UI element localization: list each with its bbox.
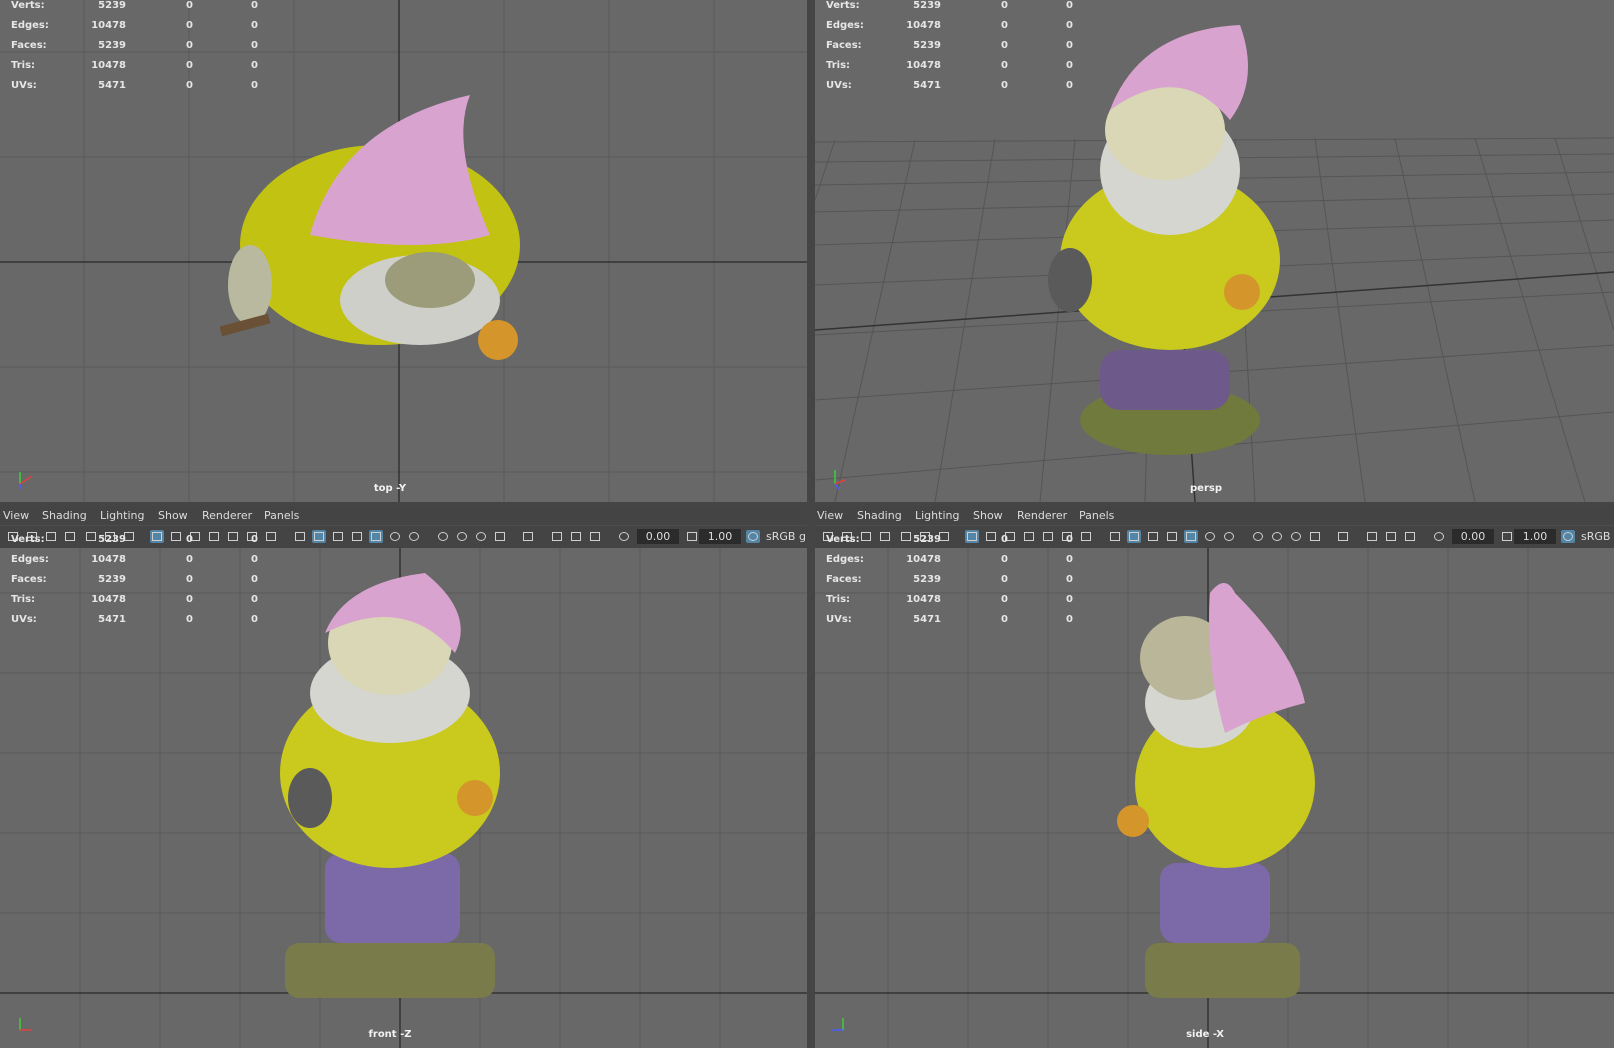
gnome-model-side[interactable] xyxy=(1115,573,1355,1003)
gamma-icon[interactable] xyxy=(685,530,699,543)
axis-gizmo-icon xyxy=(19,472,33,489)
menu-show[interactable]: Show xyxy=(158,509,188,522)
viewport-top[interactable]: Verts: 5239 0 0 Edges: 10478 0 0 Faces: 5239 0 0 … xyxy=(0,0,807,502)
xray-joints-icon[interactable] xyxy=(1365,530,1379,543)
depth-of-field-icon[interactable] xyxy=(1308,530,1322,543)
gamma-icon[interactable] xyxy=(1500,530,1514,543)
pane-divider-vertical[interactable] xyxy=(807,0,815,1048)
exposure-field[interactable]: 0.00 xyxy=(637,529,679,544)
anti-alias-icon[interactable] xyxy=(1289,530,1303,543)
camera-label: persp xyxy=(1190,483,1222,494)
menu-panels[interactable]: Panels xyxy=(264,509,299,522)
wireframe-icon[interactable] xyxy=(1108,530,1122,543)
hud-row-faces: Faces: 5239 0 0 xyxy=(11,574,258,585)
textured-icon[interactable] xyxy=(1165,530,1179,543)
menu-lighting[interactable]: Lighting xyxy=(100,509,144,522)
frame-icon[interactable] xyxy=(1403,530,1417,543)
color-management-icon[interactable] xyxy=(1561,530,1575,543)
menu-shading[interactable]: Shading xyxy=(42,509,87,522)
menu-shading[interactable]: Shading xyxy=(857,509,902,522)
light-icon[interactable] xyxy=(388,530,402,543)
textured-icon[interactable] xyxy=(350,530,364,543)
anti-alias-icon[interactable] xyxy=(474,530,488,543)
xray-active-icon[interactable] xyxy=(569,530,583,543)
hud-row-uvs: UVs: 5471 0 0 xyxy=(11,614,258,625)
gamma-field[interactable]: 1.00 xyxy=(699,529,741,544)
panel-menubar: View Shading Lighting Show Renderer Pane… xyxy=(0,506,807,525)
menu-renderer[interactable]: Renderer xyxy=(1017,509,1067,522)
motion-blur-icon[interactable] xyxy=(455,530,469,543)
hud-row-faces: Faces: 5239 0 0 xyxy=(826,574,1073,585)
xray-joints-icon[interactable] xyxy=(550,530,564,543)
shaded-icon[interactable] xyxy=(1127,530,1141,543)
axis-gizmo-icon xyxy=(831,1018,844,1031)
xray-icon[interactable] xyxy=(1184,530,1198,543)
hud-row-verts: Verts: 5239 0 0 xyxy=(11,0,258,11)
axis-gizmo-icon xyxy=(834,470,846,490)
hud-row-edges: Edges: 10478 0 0 xyxy=(11,20,258,31)
xray-active-icon[interactable] xyxy=(1384,530,1398,543)
camera-label: side -X xyxy=(1186,1029,1224,1040)
hud-row-edges: Edges: 10478 0 0 xyxy=(826,554,1073,565)
frame-icon[interactable] xyxy=(588,530,602,543)
menu-view[interactable]: View xyxy=(3,509,29,522)
wireframe-on-shaded-icon[interactable] xyxy=(1146,530,1160,543)
gamma-field[interactable]: 1.00 xyxy=(1514,529,1556,544)
shadows-icon[interactable] xyxy=(1222,530,1236,543)
menu-show[interactable]: Show xyxy=(973,509,1003,522)
xray-icon[interactable] xyxy=(369,530,383,543)
wireframe-icon[interactable] xyxy=(293,530,307,543)
wireframe-on-shaded-icon[interactable] xyxy=(331,530,345,543)
depth-of-field-icon[interactable] xyxy=(493,530,507,543)
hud-row-faces: Faces: 5239 0 0 xyxy=(826,40,1073,51)
light-icon[interactable] xyxy=(1203,530,1217,543)
hud-row-uvs: UVs: 5471 0 0 xyxy=(826,80,1073,91)
hud-row-tris: Tris: 10478 0 0 xyxy=(11,594,258,605)
menu-renderer[interactable]: Renderer xyxy=(202,509,252,522)
gnome-model-top[interactable] xyxy=(220,85,560,375)
exposure-field[interactable]: 0.00 xyxy=(1452,529,1494,544)
exposure-icon[interactable] xyxy=(1432,530,1446,543)
hud-row-edges: Edges: 10478 0 0 xyxy=(826,20,1073,31)
shadows-icon[interactable] xyxy=(407,530,421,543)
axis-gizmo-icon xyxy=(19,1018,32,1031)
motion-blur-icon[interactable] xyxy=(1270,530,1284,543)
menu-panels[interactable]: Panels xyxy=(1079,509,1114,522)
hud-row-faces: Faces: 5239 0 0 xyxy=(11,40,258,51)
panel-menubar: View Shading Lighting Show Renderer Pane… xyxy=(815,506,1614,525)
exposure-icon[interactable] xyxy=(617,530,631,543)
hud-row-verts: Verts: 5239 0 0 xyxy=(11,534,258,545)
viewport-persp[interactable]: Verts: 5239 0 0 Edges: 10478 0 0 Faces: 5239 0 0 … xyxy=(815,0,1614,502)
camera-label: top -Y xyxy=(373,483,407,494)
hud-row-tris: Tris: 10478 0 0 xyxy=(826,594,1073,605)
ambient-occlusion-icon[interactable] xyxy=(436,530,450,543)
shaded-icon[interactable] xyxy=(312,530,326,543)
viewport-front[interactable]: View Shading Lighting Show Renderer Pane… xyxy=(0,506,807,1048)
hud-row-verts: Verts: 5239 0 0 xyxy=(826,0,1073,11)
isolate-select-icon[interactable] xyxy=(1336,530,1350,543)
hud-row-uvs: UVs: 5471 0 0 xyxy=(11,80,258,91)
ambient-occlusion-icon[interactable] xyxy=(1251,530,1265,543)
hud-row-verts: Verts: 5239 0 0 xyxy=(826,534,1073,545)
colorspace-selector[interactable]: sRGB xyxy=(1581,530,1610,543)
viewport-side[interactable]: View Shading Lighting Show Renderer Pane… xyxy=(815,506,1614,1048)
camera-label: front -Z xyxy=(368,1029,412,1040)
isolate-select-icon[interactable] xyxy=(521,530,535,543)
hud-row-tris: Tris: 10478 0 0 xyxy=(11,60,258,71)
hud-row-uvs: UVs: 5471 0 0 xyxy=(826,614,1073,625)
hud-row-edges: Edges: 10478 0 0 xyxy=(11,554,258,565)
color-management-icon[interactable] xyxy=(746,530,760,543)
menu-lighting[interactable]: Lighting xyxy=(915,509,959,522)
menu-view[interactable]: View xyxy=(817,509,843,522)
colorspace-selector[interactable]: sRGB g xyxy=(766,530,806,543)
hud-row-tris: Tris: 10478 0 0 xyxy=(826,60,1073,71)
gnome-model-front[interactable] xyxy=(265,573,525,1003)
